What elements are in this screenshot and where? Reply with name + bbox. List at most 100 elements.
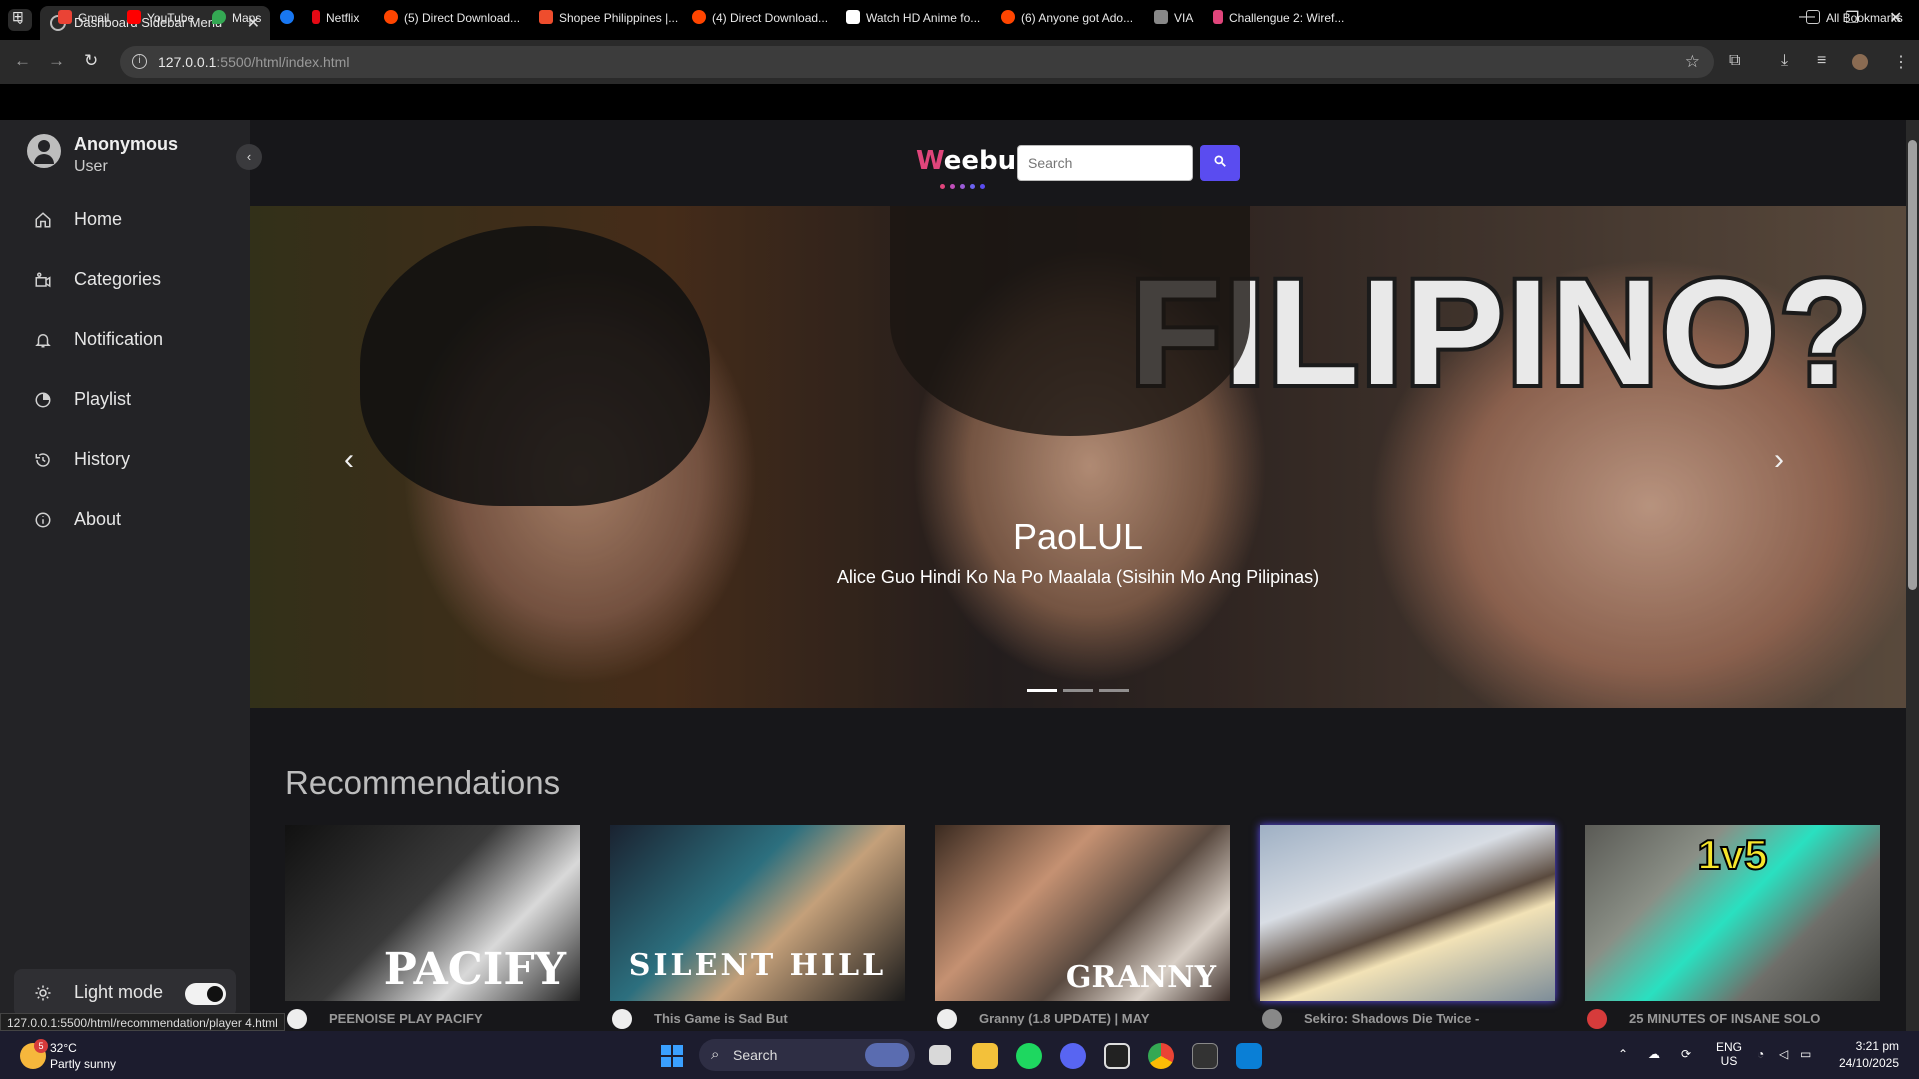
bookmark-youtube[interactable]: YouTube (127, 10, 194, 25)
channel-avatar (1262, 1009, 1282, 1029)
bookmark-shopee[interactable]: Shopee Philippines |... (539, 10, 678, 25)
chrome-icon[interactable] (1148, 1043, 1174, 1069)
bookmark-anime[interactable]: Watch HD Anime fo... (846, 10, 980, 25)
channel-avatar (937, 1009, 957, 1029)
spotify-icon[interactable] (1016, 1043, 1042, 1069)
extensions-icon[interactable]: ⧉ (1729, 52, 1740, 70)
recommendation-card[interactable]: PACIFY PEENOISE PLAY PACIFY (285, 825, 580, 1031)
recommendation-card[interactable]: SILENT HILL This Game is Sad But (610, 825, 905, 1031)
carousel-next-icon[interactable]: › (1774, 443, 1784, 477)
categories-icon (35, 272, 51, 288)
vscode-icon[interactable] (1236, 1043, 1262, 1069)
bookmark-label: VIA (1174, 11, 1194, 25)
bookmark-reddit-1[interactable]: (5) Direct Download... (384, 10, 520, 25)
video-thumbnail[interactable]: 1v5 (1585, 825, 1880, 1001)
discord-icon[interactable] (1060, 1043, 1086, 1069)
bookmark-via[interactable]: VIA (1154, 10, 1193, 25)
video-thumbnail[interactable] (1260, 825, 1555, 1001)
video-title[interactable]: PEENOISE PLAY PACIFY (329, 1011, 483, 1026)
all-bookmarks[interactable]: All Bookmarks (1806, 10, 1903, 25)
bookmark-label: (4) Direct Download... (712, 11, 829, 25)
onedrive-icon[interactable]: ☁ (1648, 1047, 1660, 1061)
sidebar-item-home[interactable]: Home (0, 190, 250, 250)
menu-dots-icon[interactable]: ⋮ (1893, 52, 1909, 72)
apps-grid-icon[interactable]: ⊞ (12, 8, 24, 25)
scrollbar-thumb[interactable] (1908, 140, 1917, 590)
weebu-logo[interactable]: Weebu (916, 146, 1016, 176)
sidebar-item-categories[interactable]: Categories (0, 250, 250, 310)
bookmark-facebook[interactable] (280, 10, 300, 25)
file-explorer-icon[interactable] (972, 1043, 998, 1069)
sidebar-item-playlist[interactable]: Playlist (0, 370, 250, 430)
chevron-left-icon: ‹ (246, 149, 252, 164)
thumbnail-text: GRANNY (1065, 960, 1216, 995)
bookmark-netflix[interactable]: Netflix (312, 10, 359, 25)
thumbnail-text: 1v5 (1696, 830, 1768, 879)
bookmark-challenge[interactable]: Challengue 2: Wiref... (1213, 10, 1344, 25)
via-icon (1154, 10, 1168, 24)
sidebar-item-history[interactable]: History (0, 430, 250, 490)
site-info-icon[interactable]: i (132, 54, 147, 69)
light-mode-label: Light mode (74, 982, 164, 1002)
video-title[interactable]: This Game is Sad But (654, 1011, 788, 1026)
video-title[interactable]: Granny (1.8 UPDATE) | MAY (979, 1011, 1150, 1026)
address-bar[interactable]: i 127.0.0.1:5500/html/index.html ☆ (120, 46, 1714, 78)
sync-icon[interactable]: ⟳ (1681, 1047, 1691, 1061)
carousel-prev-icon[interactable]: ‹ (344, 443, 354, 477)
bookmark-star-icon[interactable]: ☆ (1685, 52, 1700, 72)
video-thumbnail[interactable]: GRANNY (935, 825, 1230, 1001)
forward-icon[interactable]: → (48, 51, 65, 71)
language-indicator[interactable]: ENG US (1716, 1040, 1742, 1068)
page-scrollbar[interactable] (1906, 120, 1919, 1031)
sidebar-collapse-button[interactable]: ‹ (236, 144, 262, 170)
user-name: Anonymous (74, 134, 179, 154)
search-input[interactable] (1017, 145, 1193, 181)
media-control-icon[interactable]: ≡ (1817, 52, 1826, 70)
profile-avatar-icon[interactable] (1852, 54, 1868, 70)
bookmark-reddit-3[interactable]: (6) Anyone got Ado... (1001, 10, 1133, 25)
bookmark-label: Gmail (78, 11, 110, 25)
audio-meter-icon[interactable] (1104, 1043, 1130, 1069)
bookmark-maps[interactable]: Maps (212, 10, 261, 25)
video-title[interactable]: Sekiro: Shadows Die Twice - (1304, 1011, 1479, 1026)
video-thumbnail[interactable]: SILENT HILL (610, 825, 905, 1001)
thumbnail-text: PACIFY (383, 944, 566, 995)
url-text[interactable]: 127.0.0.1:5500/html/index.html (158, 54, 349, 70)
carousel-indicator-3[interactable] (1099, 689, 1129, 692)
reddit-icon (384, 10, 398, 24)
weather-condition: Partly sunny (50, 1057, 117, 1071)
video-thumbnail[interactable]: PACIFY (285, 825, 580, 1001)
download-icon[interactable]: ⤓ (1781, 52, 1788, 70)
search-highlight-image (865, 1043, 909, 1067)
volume-icon[interactable]: ◁ (1779, 1047, 1788, 1061)
battery-icon[interactable]: ▭ (1800, 1047, 1811, 1061)
terminal-icon[interactable] (1192, 1043, 1218, 1069)
page-viewport: Anonymous User Home Categories Notificat… (0, 120, 1919, 1031)
sidebar-item-label: Notification (74, 329, 164, 349)
light-mode-toggle[interactable] (185, 983, 226, 1005)
bookmark-reddit-2[interactable]: (4) Direct Download... (692, 10, 828, 25)
bookmark-label: Netflix (326, 11, 360, 25)
carousel-indicator-1[interactable] (1027, 689, 1057, 692)
bookmark-label: YouTube (147, 11, 195, 25)
reload-icon[interactable]: ↻ (84, 51, 98, 71)
back-icon[interactable]: ← (14, 51, 31, 71)
task-view-icon[interactable] (929, 1045, 951, 1065)
bookmark-gmail[interactable]: Gmail (58, 10, 109, 25)
search-button[interactable] (1200, 145, 1240, 181)
system-clock[interactable]: 3:21 pm 24/10/2025 (1837, 1039, 1899, 1070)
recommendation-card[interactable]: GRANNY Granny (1.8 UPDATE) | MAY (935, 825, 1230, 1031)
sidebar-item-label: Categories (74, 269, 162, 289)
carousel-indicator-2[interactable] (1063, 689, 1093, 692)
taskbar-search[interactable]: ⌕ Search (699, 1039, 915, 1071)
recommendation-card[interactable]: Sekiro: Shadows Die Twice - (1260, 825, 1555, 1031)
wifi-icon[interactable]: ◔ (1757, 1047, 1764, 1061)
video-title[interactable]: 25 MINUTES OF INSANE SOLO (1629, 1011, 1820, 1026)
tray-chevron-icon[interactable]: ⌃ (1618, 1047, 1628, 1061)
recommendation-card[interactable]: 1v5 25 MINUTES OF INSANE SOLO (1585, 825, 1880, 1031)
sidebar-item-notification[interactable]: Notification (0, 310, 250, 370)
sidebar-item-about[interactable]: About (0, 490, 250, 550)
sidebar-nav: Home Categories Notification Playlist Hi… (0, 190, 250, 550)
windows-start-icon[interactable] (661, 1045, 683, 1067)
channel-avatar (1587, 1009, 1607, 1029)
